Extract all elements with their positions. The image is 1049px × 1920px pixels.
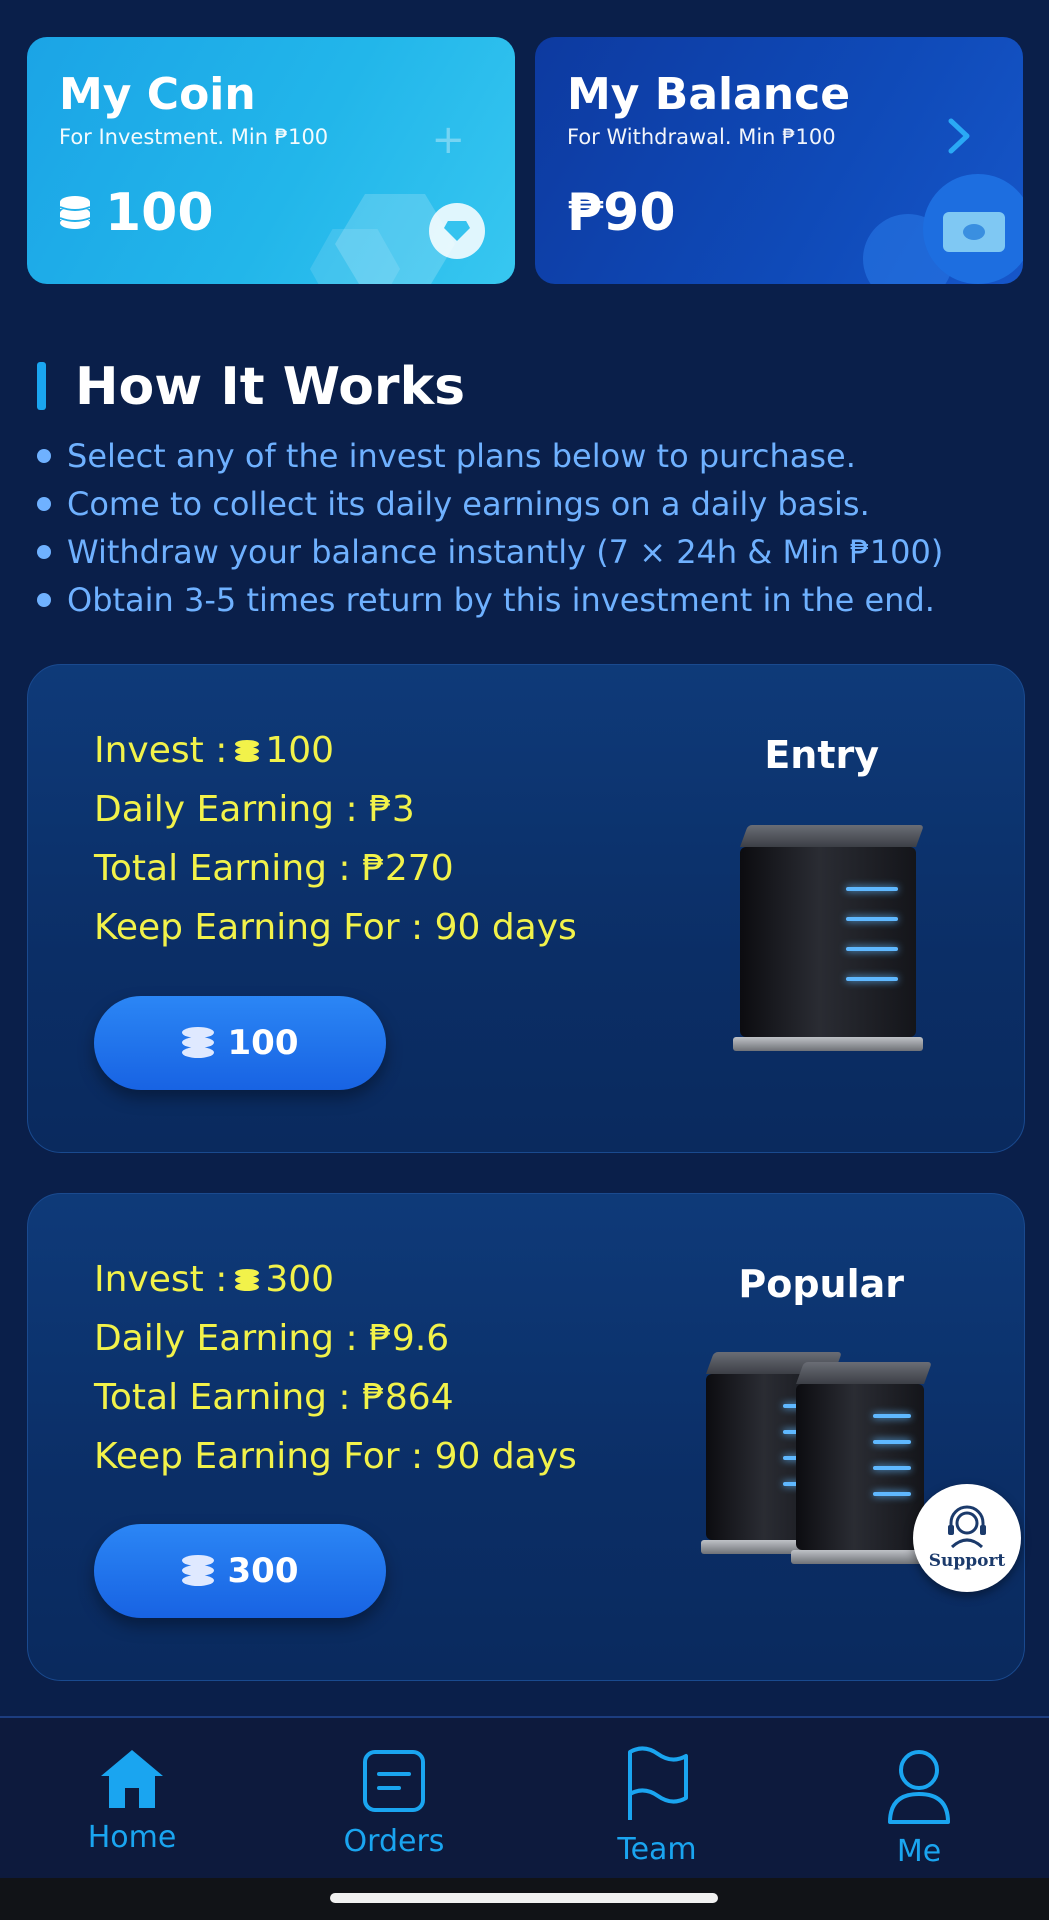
list-item: Obtain 3-5 times return by this investme… <box>37 576 943 624</box>
list-item: Select any of the invest plans below to … <box>37 432 943 480</box>
bullet-icon <box>37 593 51 607</box>
headset-icon <box>948 1505 986 1549</box>
nav-item-me[interactable]: Me <box>849 1746 989 1869</box>
plan-invest: Invest : 300 <box>94 1259 335 1300</box>
how-it-works-list: Select any of the invest plans below to … <box>37 432 943 624</box>
plan-total-earning: Total Earning : ₱864 <box>94 1377 454 1418</box>
money-icon <box>943 212 1005 252</box>
my-balance-subtitle: For Withdrawal. Min ₱100 <box>567 125 836 149</box>
my-coin-title: My Coin <box>59 69 256 120</box>
nav-label: Orders <box>343 1824 445 1859</box>
plus-icon[interactable]: + <box>431 117 465 163</box>
flag-icon <box>628 1746 688 1820</box>
my-balance-title: My Balance <box>567 69 851 120</box>
my-coin-subtitle: For Investment. Min ₱100 <box>59 125 329 149</box>
my-balance-amount: ₱90 <box>567 183 676 243</box>
server-icon <box>732 825 925 1051</box>
coin-icon <box>181 1027 214 1059</box>
plan-tier-label: Entry <box>764 733 879 777</box>
nav-label: Home <box>87 1820 177 1855</box>
plan-duration: Keep Earning For : 90 days <box>94 907 577 948</box>
list-item: Withdraw your balance instantly (7 × 24h… <box>37 528 943 576</box>
my-coin-card[interactable]: My Coin For Investment. Min ₱100 100 + <box>27 37 515 284</box>
plan-tier-label: Popular <box>738 1262 904 1306</box>
chevron-right-icon[interactable] <box>947 115 971 166</box>
plan-info: Invest : 100 Daily Earning : ₱3 Total Ea… <box>94 721 577 957</box>
nav-label: Me <box>896 1834 942 1869</box>
list-item: Come to collect its daily earnings on a … <box>37 480 943 528</box>
user-icon <box>888 1750 950 1824</box>
support-button[interactable]: Support <box>913 1484 1021 1592</box>
my-coin-amount: 100 <box>105 183 214 243</box>
bottom-nav: Home Orders Team Me <box>0 1716 1049 1880</box>
bullet-icon <box>37 497 51 511</box>
plan-total-earning: Total Earning : ₱270 <box>94 848 454 889</box>
nav-label: Team <box>617 1832 697 1867</box>
how-it-works-title: How It Works <box>75 357 466 417</box>
nav-item-orders[interactable]: Orders <box>324 1746 464 1859</box>
buy-plan-button[interactable]: 100 <box>94 996 386 1090</box>
plan-card-entry: Invest : 100 Daily Earning : ₱3 Total Ea… <box>27 664 1025 1153</box>
my-coin-value-row: 100 <box>59 183 214 243</box>
coin-icon <box>235 739 260 762</box>
support-label: Support <box>928 1551 1006 1571</box>
section-accent-bar <box>37 362 46 410</box>
plan-info: Invest : 300 Daily Earning : ₱9.6 Total … <box>94 1250 577 1486</box>
bullet-icon <box>37 449 51 463</box>
my-balance-card[interactable]: My Balance For Withdrawal. Min ₱100 ₱90 <box>535 37 1023 284</box>
plan-daily-earning: Daily Earning : ₱9.6 <box>94 1318 450 1359</box>
plan-duration: Keep Earning For : 90 days <box>94 1436 577 1477</box>
nav-item-team[interactable]: Team <box>587 1746 727 1867</box>
diamond-icon <box>429 203 485 259</box>
nav-item-home[interactable]: Home <box>62 1746 202 1855</box>
coin-stack-icon <box>59 196 91 229</box>
plan-card-popular: Invest : 300 Daily Earning : ₱9.6 Total … <box>27 1193 1025 1681</box>
app-screen: My Coin For Investment. Min ₱100 100 + M… <box>0 0 1049 1920</box>
server-icon <box>790 1362 933 1564</box>
coin-icon <box>181 1555 214 1587</box>
coin-icon <box>235 1268 260 1291</box>
buy-plan-button[interactable]: 300 <box>94 1524 386 1618</box>
plan-daily-earning: Daily Earning : ₱3 <box>94 789 415 830</box>
home-indicator[interactable] <box>330 1893 718 1903</box>
plan-invest: Invest : 100 <box>94 730 335 771</box>
bullet-icon <box>37 545 51 559</box>
home-icon <box>101 1750 163 1808</box>
orders-icon <box>363 1750 425 1812</box>
